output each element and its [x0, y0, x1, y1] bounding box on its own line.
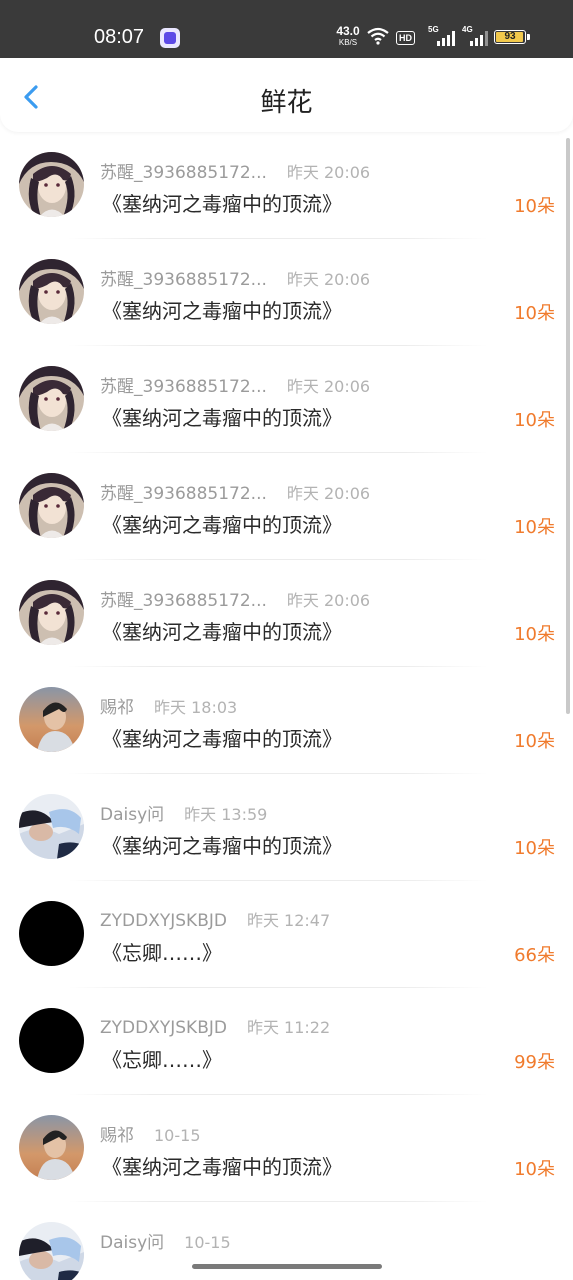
list-item[interactable]: 苏醒_3936885172... 昨天 20:06 《塞纳河之毒瘤中的顶流》 10… [0, 453, 573, 560]
timestamp: 昨天 20:06 [286, 484, 371, 503]
wifi-icon [366, 27, 390, 49]
timestamp: 昨天 20:06 [286, 377, 371, 396]
avatar[interactable] [19, 366, 84, 431]
flower-count: 10朵 [514, 838, 555, 859]
list-item[interactable]: 苏醒_3936885172... 昨天 20:06 《塞纳河之毒瘤中的顶流》 10… [0, 239, 573, 346]
book-title: 《忘卿……》 [102, 1048, 222, 1072]
user-name: 苏醒_3936885172... 昨天 20:06 [100, 270, 371, 290]
timestamp: 昨天 20:06 [286, 270, 371, 289]
user-name: Daisy问 昨天 13:59 [100, 805, 268, 825]
timestamp: 昨天 18:03 [154, 698, 238, 717]
hd-badge: HD [396, 31, 415, 45]
page-header: 鲜花 [0, 58, 573, 132]
scrollbar[interactable] [566, 138, 570, 714]
book-title: 《塞纳河之毒瘤中的顶流》 [102, 513, 342, 537]
flower-count: 99朵 [514, 1052, 555, 1073]
flower-count: 10朵 [514, 517, 555, 538]
list-item[interactable]: 苏醒_3936885172... 昨天 20:06 《塞纳河之毒瘤中的顶流》 10… [0, 132, 573, 239]
home-indicator[interactable] [192, 1264, 382, 1269]
flower-count: 66朵 [514, 945, 555, 966]
avatar[interactable] [19, 1008, 84, 1073]
user-name: 苏醒_3936885172... 昨天 20:06 [100, 377, 371, 397]
signal-icon-2 [470, 30, 488, 46]
net-speed: 43.0 KB/S [336, 24, 360, 47]
book-title: 《塞纳河之毒瘤中的顶流》 [102, 620, 342, 644]
user-name: 赐祁 10-15 [100, 1126, 201, 1146]
book-title: 《塞纳河之毒瘤中的顶流》 [102, 406, 342, 430]
avatar[interactable] [19, 259, 84, 324]
user-name: 苏醒_3936885172... 昨天 20:06 [100, 163, 371, 183]
battery-icon: 93 [494, 30, 526, 44]
user-name: Daisy问 10-15 [100, 1233, 231, 1253]
avatar[interactable] [19, 687, 84, 752]
book-title: 《忘卿……》 [102, 941, 222, 965]
timestamp: 昨天 11:22 [246, 1018, 331, 1037]
book-title: 《塞纳河之毒瘤中的顶流》 [102, 834, 342, 858]
app-notification-icon [160, 28, 180, 48]
book-title: 《塞纳河之毒瘤中的顶流》 [102, 727, 342, 751]
flower-count: 10朵 [514, 303, 555, 324]
avatar[interactable] [19, 794, 84, 859]
user-name: 苏醒_3936885172... 昨天 20:06 [100, 591, 371, 611]
book-title: 《塞纳河之毒瘤中的顶流》 [102, 299, 342, 323]
user-name: ZYDDXYJSKBJD 昨天 12:47 [100, 911, 331, 931]
timestamp: 昨天 12:47 [246, 911, 331, 930]
flower-count: 10朵 [514, 196, 555, 217]
list-item[interactable]: ZYDDXYJSKBJD 昨天 12:47 《忘卿……》 66朵 [0, 881, 573, 988]
avatar[interactable] [19, 901, 84, 966]
list-item[interactable]: Daisy问 昨天 13:59 《塞纳河之毒瘤中的顶流》 10朵 [0, 774, 573, 881]
avatar[interactable] [19, 1115, 84, 1180]
flower-count: 10朵 [514, 624, 555, 645]
status-bar: 08:07 43.0 KB/S HD 5G 4G 93 [0, 0, 573, 58]
avatar[interactable] [19, 152, 84, 217]
book-title: 《塞纳河之毒瘤中的顶流》 [102, 1155, 342, 1179]
user-name: 苏醒_3936885172... 昨天 20:06 [100, 484, 371, 504]
list-item[interactable]: 苏醒_3936885172... 昨天 20:06 《塞纳河之毒瘤中的顶流》 10… [0, 346, 573, 453]
avatar[interactable] [19, 473, 84, 538]
user-name: 赐祁 昨天 18:03 [100, 698, 238, 718]
avatar[interactable] [19, 580, 84, 645]
list-item[interactable]: 赐祁 昨天 18:03 《塞纳河之毒瘤中的顶流》 10朵 [0, 667, 573, 774]
page-title: 鲜花 [260, 88, 313, 118]
status-time: 08:07 [94, 26, 145, 48]
user-name: ZYDDXYJSKBJD 昨天 11:22 [100, 1018, 331, 1038]
timestamp: 昨天 20:06 [286, 163, 371, 182]
list-item[interactable]: ZYDDXYJSKBJD 昨天 11:22 《忘卿……》 99朵 [0, 988, 573, 1095]
flower-count: 10朵 [514, 1159, 555, 1180]
list-item[interactable]: 赐祁 10-15 《塞纳河之毒瘤中的顶流》 10朵 [0, 1095, 573, 1202]
timestamp: 10-15 [154, 1126, 201, 1145]
timestamp: 昨天 13:59 [184, 805, 268, 824]
signal-icon [437, 30, 455, 46]
timestamp: 昨天 20:06 [286, 591, 371, 610]
flower-record-list[interactable]: 苏醒_3936885172... 昨天 20:06 《塞纳河之毒瘤中的顶流》 10… [0, 132, 573, 1280]
list-item[interactable]: 苏醒_3936885172... 昨天 20:06 《塞纳河之毒瘤中的顶流》 10… [0, 560, 573, 667]
timestamp: 10-15 [184, 1233, 231, 1252]
flower-count: 10朵 [514, 410, 555, 431]
avatar[interactable] [19, 1222, 84, 1280]
book-title: 《塞纳河之毒瘤中的顶流》 [102, 192, 342, 216]
flower-count: 10朵 [514, 731, 555, 752]
